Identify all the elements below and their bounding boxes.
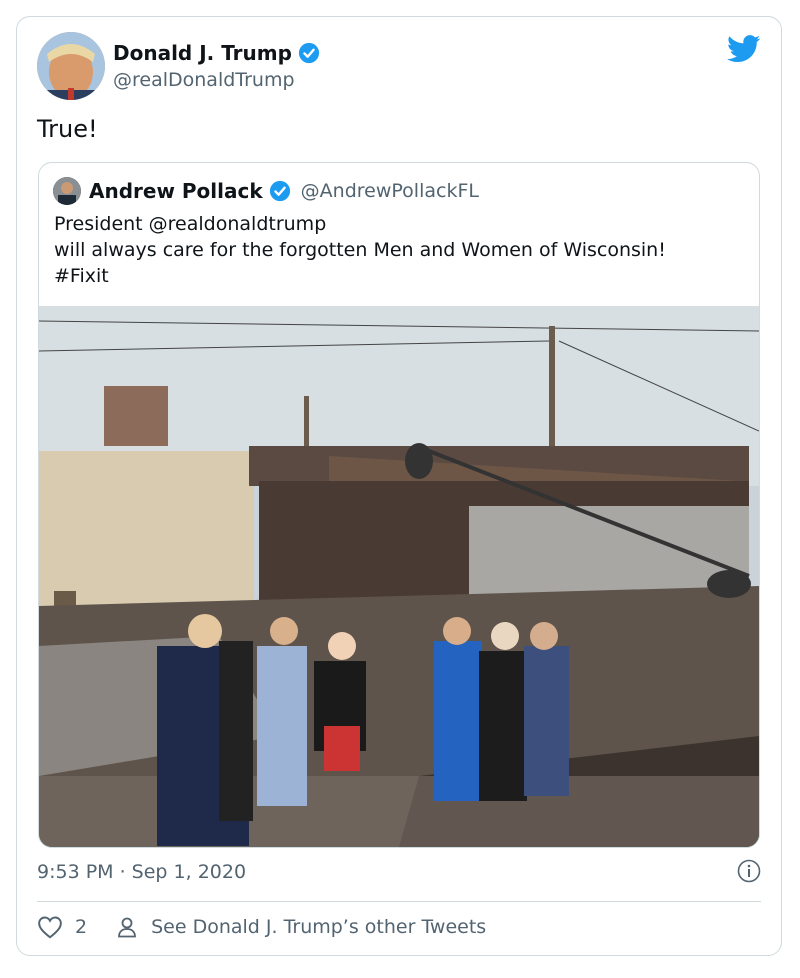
quoted-tweet[interactable]: Andrew Pollack @AndrewPollackFL Presiden…: [38, 162, 760, 848]
author-name[interactable]: Donald J. Trump: [113, 41, 292, 65]
tweet-text: True!: [37, 115, 98, 143]
person-icon[interactable]: [115, 915, 139, 939]
quote-author-avatar: [53, 177, 81, 205]
info-icon[interactable]: [737, 859, 761, 883]
twitter-bird-icon[interactable]: [727, 35, 761, 63]
quote-text-line: President @realdonaldtrump: [54, 213, 327, 235]
heart-icon[interactable]: [37, 915, 63, 939]
author-name-row[interactable]: Donald J. Trump: [113, 41, 320, 65]
quote-text-line: will always care for the forgotten Men a…: [54, 239, 666, 261]
like-count[interactable]: 2: [75, 916, 87, 938]
tweet-actions: 2 See Donald J. Trump’s other Tweets: [37, 915, 486, 939]
tweet-timestamp[interactable]: 9:53 PM · Sep 1, 2020: [37, 861, 246, 883]
verified-badge-icon: [298, 42, 320, 64]
quote-photo[interactable]: [39, 306, 759, 847]
author-avatar[interactable]: [37, 32, 105, 100]
other-tweets-link[interactable]: See Donald J. Trump’s other Tweets: [151, 916, 486, 938]
verified-badge-icon: [269, 180, 290, 202]
footer-divider: [37, 901, 761, 902]
quote-header: Andrew Pollack @AndrewPollackFL: [89, 179, 479, 203]
tweet-card: Donald J. Trump @realDonaldTrump True! A…: [16, 16, 782, 956]
quote-text: President @realdonaldtrump will always c…: [54, 211, 754, 289]
quote-author-name: Andrew Pollack: [89, 179, 263, 203]
author-handle[interactable]: @realDonaldTrump: [113, 69, 295, 91]
quote-text-line: #Fixit: [54, 265, 109, 287]
quote-author-handle: @AndrewPollackFL: [300, 180, 479, 202]
